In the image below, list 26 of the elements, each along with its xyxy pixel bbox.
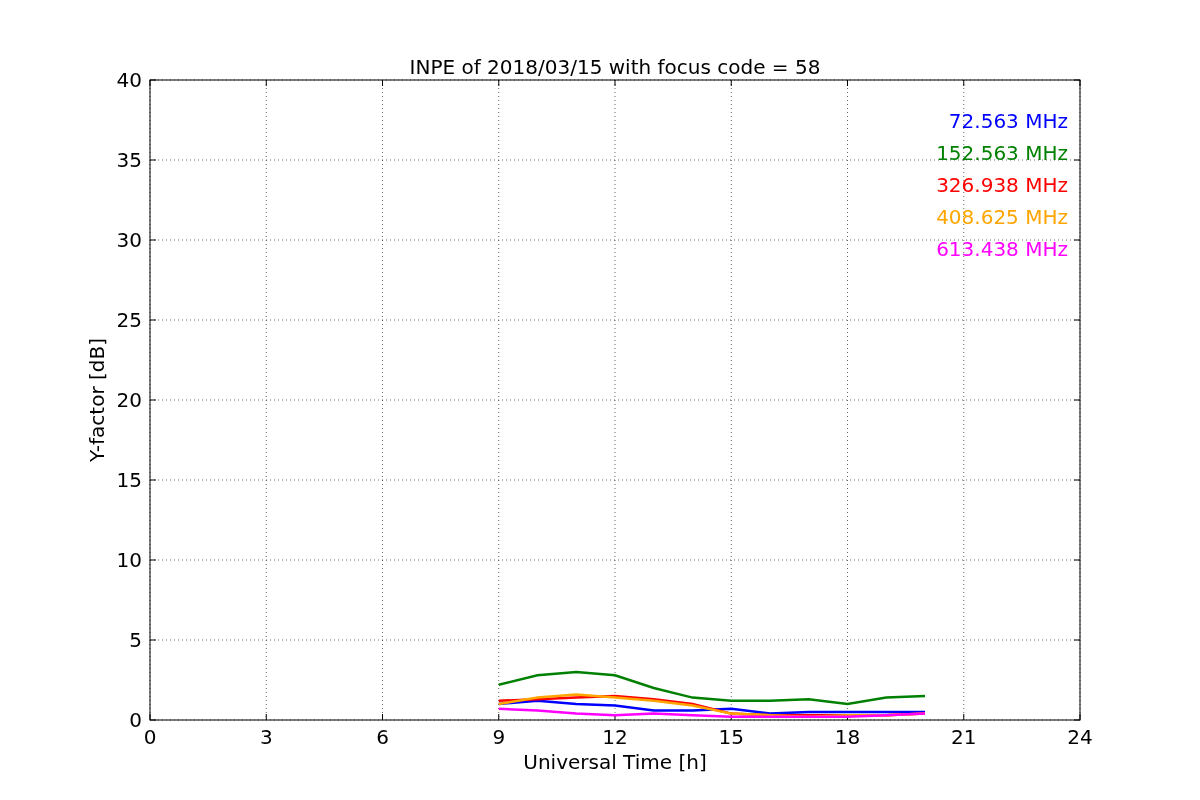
y-tick-label: 20 bbox=[116, 388, 142, 412]
x-tick-label: 21 bbox=[951, 725, 977, 749]
y-tick-label: 5 bbox=[129, 628, 142, 652]
y-tick-label: 15 bbox=[116, 468, 142, 492]
y-tick-label: 40 bbox=[116, 68, 142, 92]
x-tick-label: 0 bbox=[143, 725, 157, 749]
x-tick-label: 6 bbox=[376, 725, 389, 749]
y-tick-label: 30 bbox=[116, 228, 142, 252]
y-axis-label: Y-factor [dB] bbox=[85, 338, 109, 462]
x-tick-label: 9 bbox=[492, 725, 506, 749]
y-tick-label: 0 bbox=[129, 708, 142, 732]
x-tick-label: 15 bbox=[718, 725, 744, 749]
legend-label: 152.563 MHz bbox=[936, 141, 1068, 165]
y-tick-label: 25 bbox=[116, 308, 142, 332]
legend-label: 408.625 MHz bbox=[936, 205, 1068, 229]
chart-title: INPE of 2018/03/15 with focus code = 58 bbox=[409, 55, 821, 79]
legend-label: 613.438 MHz bbox=[936, 237, 1068, 261]
x-tick-label: 24 bbox=[1067, 725, 1093, 749]
x-axis-label: Universal Time [h] bbox=[523, 750, 707, 774]
legend-label: 326.938 MHz bbox=[936, 173, 1068, 197]
x-tick-label: 18 bbox=[834, 725, 861, 749]
x-tick-label: 12 bbox=[602, 725, 628, 749]
y-tick-label: 10 bbox=[116, 548, 142, 572]
x-tick-label: 3 bbox=[259, 725, 273, 749]
y-tick-label: 35 bbox=[116, 148, 142, 172]
legend-label: 72.563 MHz bbox=[948, 109, 1068, 133]
